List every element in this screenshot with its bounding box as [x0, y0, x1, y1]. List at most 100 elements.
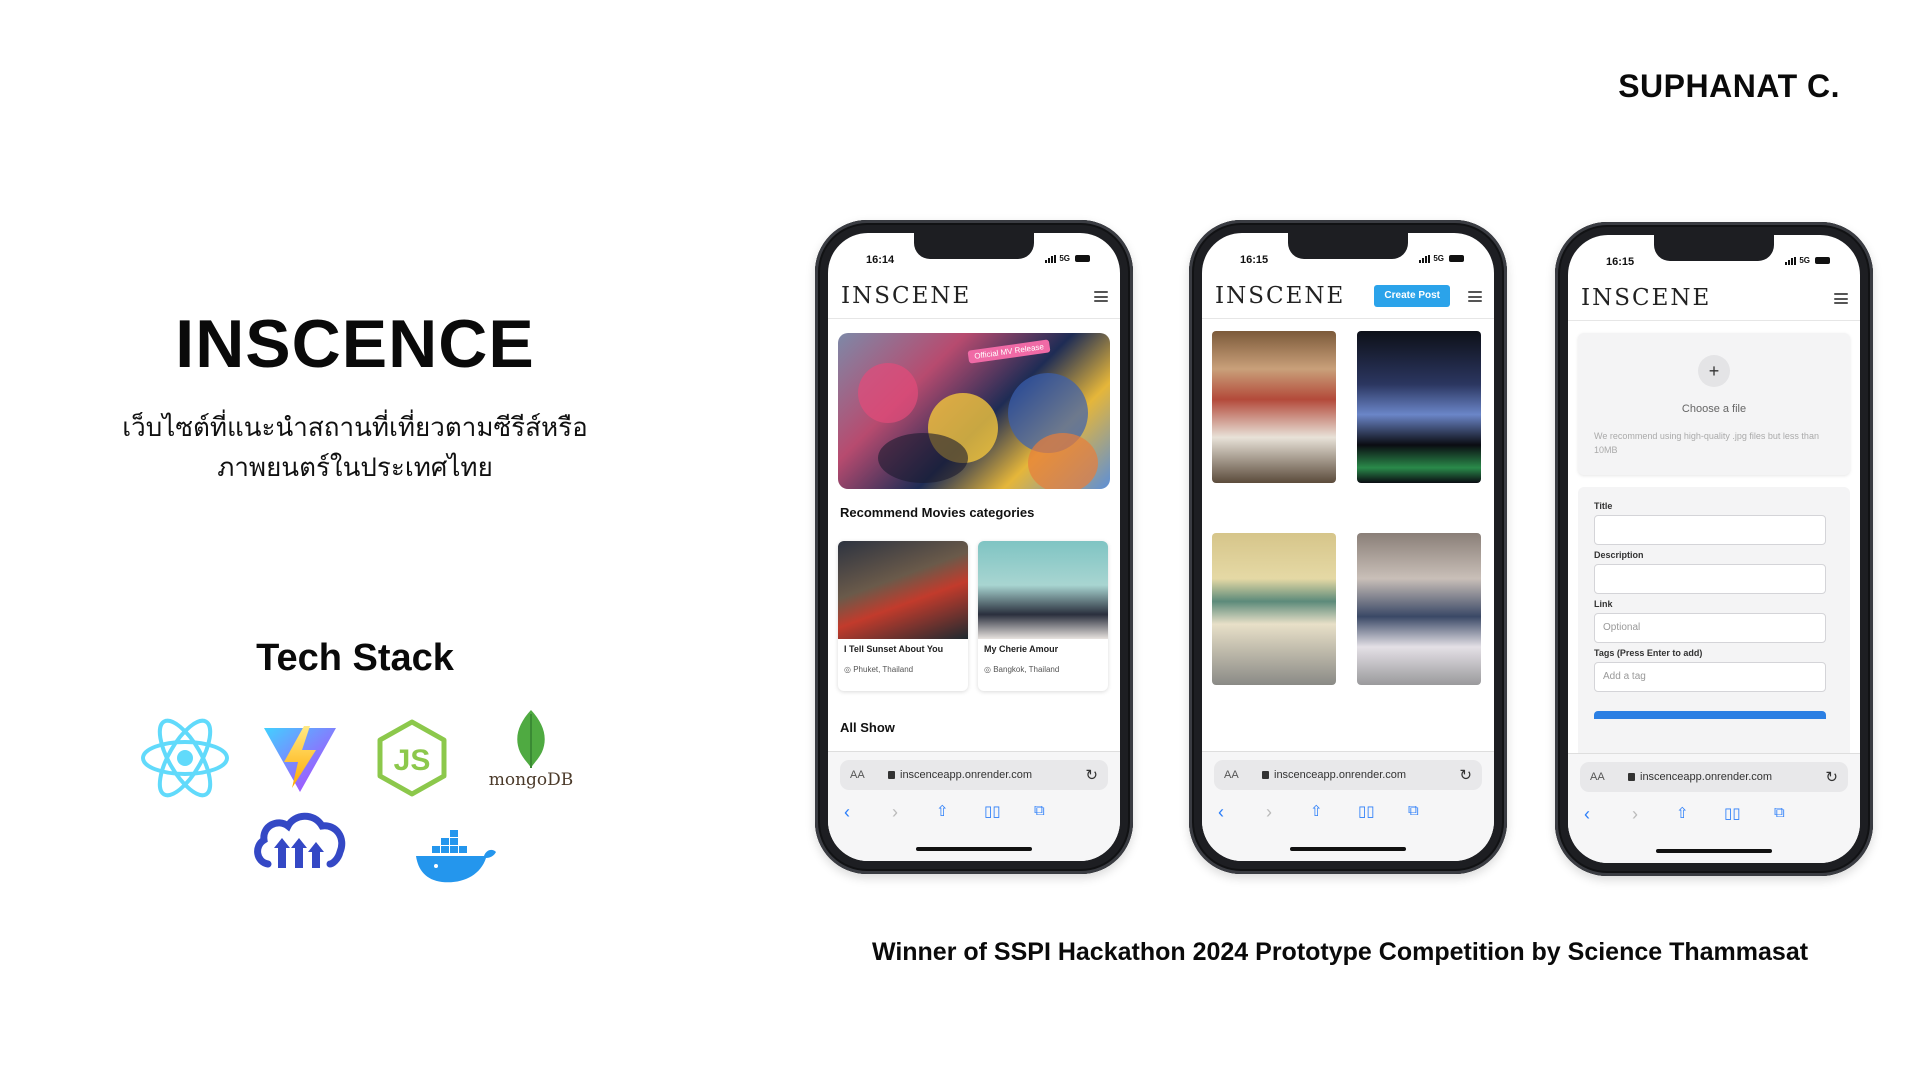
hamburger-menu-icon[interactable]: [1094, 291, 1108, 302]
bookmarks-icon[interactable]: ▯▯: [984, 802, 1001, 820]
app-header: INSCENE: [1568, 275, 1860, 321]
app-header: INSCENE Create Post: [1202, 273, 1494, 319]
submit-button[interactable]: [1594, 711, 1826, 719]
hero-sticker: Official MV Release: [967, 339, 1051, 364]
phone-screen: 16:15 5G INSCENE Create Post AA inscence…: [1202, 233, 1494, 861]
reload-icon[interactable]: ↻: [1085, 766, 1098, 784]
signal-icon: [1785, 256, 1797, 265]
mongodb-icon: mongoDB: [486, 708, 576, 794]
description-line-1: เว็บไซต์ที่แนะนำสถานที่เที่ยวตามซีรีส์หร…: [122, 413, 588, 443]
app-logo[interactable]: INSCENE: [841, 283, 971, 309]
phone-mockup-home: 16:14 5G INSCENE Official MV Release Rec…: [815, 220, 1133, 874]
safari-nav-row: ‹ › ⇧ ▯▯ ⧉: [1568, 804, 1860, 828]
url-text: inscenceapp.onrender.com: [1274, 769, 1407, 781]
lock-icon: [1262, 771, 1269, 779]
back-icon[interactable]: ‹: [844, 802, 850, 823]
file-upload-area[interactable]: + Choose a file We recommend using high-…: [1578, 333, 1850, 475]
network-type: 5G: [1059, 254, 1070, 263]
reader-aa-button[interactable]: AA: [1224, 769, 1239, 781]
hamburger-menu-icon[interactable]: [1834, 293, 1848, 304]
add-file-button[interactable]: +: [1698, 355, 1730, 387]
forward-icon[interactable]: ›: [892, 802, 898, 823]
hero-banner-image[interactable]: Official MV Release: [838, 333, 1110, 489]
react-icon: [140, 717, 230, 799]
safari-toolbar: AA inscenceapp.onrender.com ↻ ‹ › ⇧ ▯▯ ⧉: [1568, 753, 1860, 863]
tabs-icon[interactable]: ⧉: [1408, 802, 1419, 819]
hamburger-menu-icon[interactable]: [1468, 291, 1482, 302]
mongodb-wordmark: mongoDB: [488, 770, 574, 790]
network-type: 5G: [1433, 254, 1444, 263]
back-icon[interactable]: ‹: [1584, 804, 1590, 825]
tags-label: Tags (Press Enter to add): [1594, 648, 1703, 658]
project-description: เว็บไซต์ที่แนะนำสถานที่เที่ยวตามซีรีส์หร…: [110, 408, 600, 488]
back-icon[interactable]: ‹: [1218, 802, 1224, 823]
svg-text:JS: JS: [394, 744, 431, 777]
bookmarks-icon[interactable]: ▯▯: [1724, 804, 1741, 822]
section-title-recommend: Recommend Movies categories: [840, 505, 1035, 520]
lock-icon: [888, 771, 895, 779]
battery-icon: [1075, 255, 1090, 262]
phone-screen: 16:14 5G INSCENE Official MV Release Rec…: [828, 233, 1120, 861]
safari-toolbar: AA inscenceapp.onrender.com ↻ ‹ › ⇧ ▯▯ ⧉: [828, 751, 1120, 861]
movie-card-thumbnail: [838, 541, 968, 639]
signal-icon: [1045, 254, 1057, 263]
bookmarks-icon[interactable]: ▯▯: [1358, 802, 1375, 820]
share-icon[interactable]: ⇧: [936, 802, 949, 820]
reader-aa-button[interactable]: AA: [1590, 771, 1605, 783]
post-image-night-bar[interactable]: [1357, 331, 1481, 483]
post-image-restaurant[interactable]: [1212, 331, 1336, 483]
tags-input[interactable]: Add a tag: [1594, 662, 1826, 692]
tabs-icon[interactable]: ⧉: [1034, 802, 1045, 819]
movie-card[interactable]: I Tell Sunset About You Phuket, Thailand: [838, 541, 968, 691]
movie-card-location: Bangkok, Thailand: [984, 665, 1059, 674]
phone-screen: 16:15 5G INSCENE + Choose a file We reco…: [1568, 235, 1860, 863]
movie-card-title: I Tell Sunset About You: [844, 644, 944, 654]
home-indicator: [1290, 847, 1406, 851]
nodejs-icon: JS: [376, 718, 448, 798]
description-label: Description: [1594, 550, 1644, 560]
section-title-all-show: All Show: [840, 720, 895, 735]
address-bar[interactable]: AA inscenceapp.onrender.com ↻: [1580, 762, 1848, 792]
forward-icon[interactable]: ›: [1632, 804, 1638, 825]
home-indicator: [1656, 849, 1772, 853]
reader-aa-button[interactable]: AA: [850, 769, 865, 781]
create-post-button[interactable]: Create Post: [1374, 285, 1450, 307]
battery-icon: [1815, 257, 1830, 264]
reload-icon[interactable]: ↻: [1459, 766, 1472, 784]
network-type: 5G: [1799, 256, 1810, 265]
post-form: Title Description Link Optional Tags (Pr…: [1578, 487, 1850, 787]
tabs-icon[interactable]: ⧉: [1774, 804, 1785, 821]
status-time: 16:15: [1606, 256, 1635, 268]
address-bar[interactable]: AA inscenceapp.onrender.com ↻: [840, 760, 1108, 790]
link-input[interactable]: Optional: [1594, 613, 1826, 643]
description-line-2: ภาพยนตร์ในประเทศไทย: [217, 453, 493, 483]
title-input[interactable]: [1594, 515, 1826, 545]
home-indicator: [916, 847, 1032, 851]
description-input[interactable]: [1594, 564, 1826, 594]
post-image-fashion-group[interactable]: [1357, 533, 1481, 685]
app-logo[interactable]: INSCENE: [1581, 285, 1711, 311]
vite-icon: [262, 724, 338, 794]
share-icon[interactable]: ⇧: [1310, 802, 1323, 820]
app-logo[interactable]: INSCENE: [1215, 283, 1345, 309]
upload-hint: We recommend using high-quality .jpg fil…: [1594, 431, 1819, 455]
author-name: SUPHANAT C.: [1618, 68, 1840, 104]
link-label: Link: [1594, 599, 1613, 609]
lock-icon: [1628, 773, 1635, 781]
app-header: INSCENE: [828, 273, 1120, 319]
phone-notch: [1288, 233, 1408, 259]
share-icon[interactable]: ⇧: [1676, 804, 1689, 822]
phone-notch: [914, 233, 1034, 259]
movie-card-title: My Cherie Amour: [984, 644, 1059, 654]
post-image-street-building[interactable]: [1212, 533, 1336, 685]
status-time: 16:14: [866, 254, 895, 266]
reload-icon[interactable]: ↻: [1825, 768, 1838, 786]
movie-card-location: Phuket, Thailand: [844, 665, 913, 674]
movie-card[interactable]: My Cherie Amour Bangkok, Thailand: [978, 541, 1108, 691]
award-caption: Winner of SSPI Hackathon 2024 Prototype …: [871, 938, 1809, 966]
project-title: INSCENCE: [175, 306, 535, 382]
address-bar[interactable]: AA inscenceapp.onrender.com ↻: [1214, 760, 1482, 790]
forward-icon[interactable]: ›: [1266, 802, 1272, 823]
status-time: 16:15: [1240, 254, 1269, 266]
safari-nav-row: ‹ › ⇧ ▯▯ ⧉: [828, 802, 1120, 826]
